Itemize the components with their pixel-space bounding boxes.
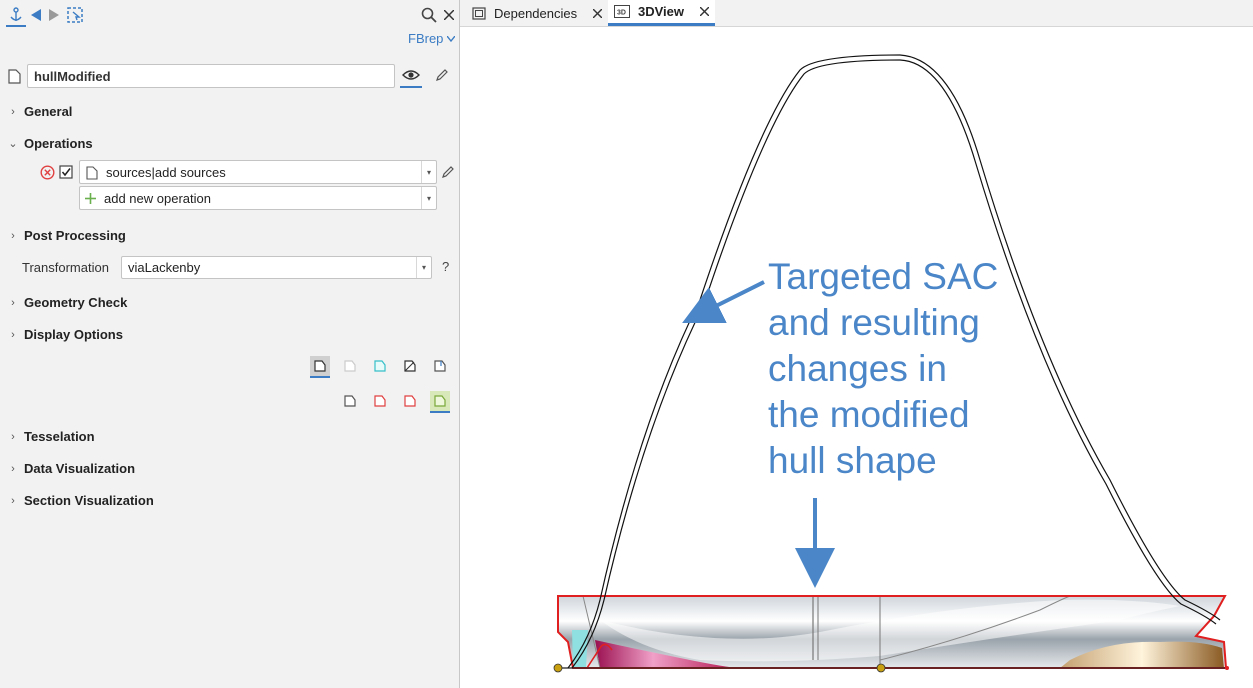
annotation-line: changes in — [768, 348, 947, 389]
annotation-line: hull shape — [768, 440, 937, 481]
hull-model[interactable] — [553, 595, 1229, 673]
annotation-line: and resulting — [768, 302, 980, 343]
viewport-3d[interactable] — [0, 0, 1253, 688]
annotation-line: the modified — [768, 394, 970, 435]
annotation-line: Targeted SAC — [768, 256, 999, 297]
annotation-text: Targeted SAC and resulting changes in th… — [768, 254, 998, 484]
